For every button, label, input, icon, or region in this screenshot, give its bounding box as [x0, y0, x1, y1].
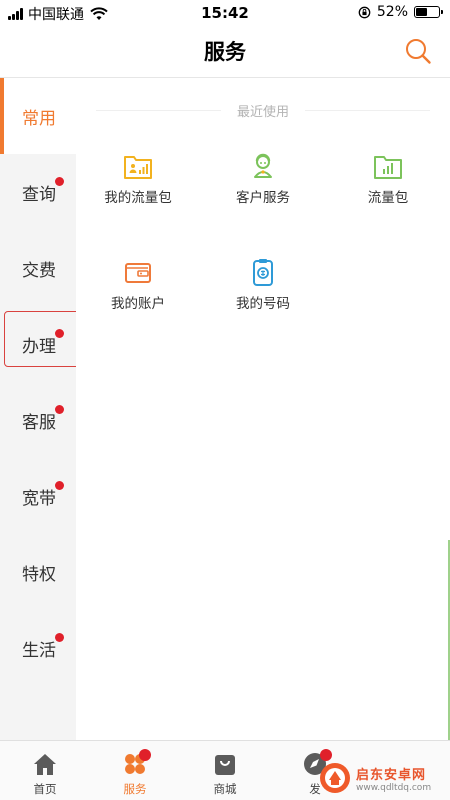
tile-my-number[interactable]: 我的号码: [201, 254, 325, 334]
sidebar-item-label: 常用: [22, 108, 56, 129]
notification-dot: [55, 405, 64, 414]
search-icon[interactable]: [404, 37, 432, 65]
sim-number-icon: [253, 259, 273, 286]
orientation-lock-icon: [358, 6, 371, 18]
main-content: 最近使用 我的流量包 客户服务 流量包 我的账户 我的号码: [76, 78, 450, 740]
tile-label: 流量包: [367, 190, 409, 206]
tab-mall[interactable]: 商城: [180, 741, 270, 800]
tile-my-account[interactable]: 我的账户: [76, 254, 200, 334]
tab-label: 服务: [123, 782, 147, 796]
sidebar-item-4[interactable]: 客服: [0, 382, 76, 458]
notification-dot: [55, 177, 64, 186]
sidebar-item-1[interactable]: 查询: [0, 154, 76, 230]
tile-data-package[interactable]: 流量包: [326, 148, 450, 228]
tab-label: 商城: [213, 782, 237, 796]
wallet-icon: [125, 263, 151, 283]
tab-badge: [139, 749, 151, 761]
watermark-name: 启东安卓网: [356, 767, 427, 783]
category-sidebar: 常用查询交费办理客服宽带特权生活: [0, 78, 76, 740]
notification-dot: [55, 633, 64, 642]
customer-service-icon: [254, 153, 272, 178]
notification-dot: [55, 329, 64, 338]
sidebar-item-5[interactable]: 宽带: [0, 458, 76, 534]
tile-label: 我的流量包: [104, 190, 172, 206]
watermark-text: 启东安卓网 www.qdltdq.com: [356, 764, 431, 793]
sidebar-item-7[interactable]: 生活: [0, 610, 76, 686]
sidebar-item-3[interactable]: 办理: [0, 306, 76, 382]
status-right: 52%: [358, 4, 443, 20]
site-watermark: 启东安卓网 www.qdltdq.com: [318, 758, 450, 798]
battery-level-fill: [416, 8, 428, 16]
section-title: 最近使用: [237, 104, 290, 120]
tile-my-data-package[interactable]: 我的流量包: [76, 148, 200, 228]
sidebar-item-label: 生活: [22, 640, 56, 661]
divider-left: [96, 109, 221, 111]
tile-label: 我的号码: [236, 296, 290, 312]
tile-customer-service[interactable]: 客户服务: [201, 148, 325, 228]
divider-right: [305, 109, 431, 111]
sidebar-item-label: 查询: [22, 184, 56, 205]
status-bar: 中国联通 15:42 52%: [0, 0, 450, 26]
sidebar-item-0[interactable]: 常用: [0, 78, 76, 154]
sidebar-item-2[interactable]: 交费: [0, 230, 76, 306]
sidebar-item-label: 办理: [22, 336, 56, 357]
tab-label: 首页: [33, 782, 57, 796]
tab-home[interactable]: 首页: [0, 741, 90, 800]
app-header: 服务: [0, 26, 450, 78]
sidebar-item-6[interactable]: 特权: [0, 534, 76, 610]
data-package-icon: [124, 156, 152, 179]
section-header: 最近使用: [96, 100, 431, 120]
battery-icon: [414, 6, 443, 18]
tab-services[interactable]: 服务: [90, 741, 180, 800]
tile-label: 客户服务: [236, 190, 290, 206]
sidebar-item-label: 交费: [22, 260, 56, 281]
folder-chart-icon: [374, 156, 402, 179]
sidebar-item-label: 宽带: [22, 488, 56, 509]
sidebar-item-label: 客服: [22, 412, 56, 433]
shopping-bag-icon: [215, 755, 235, 775]
home-icon: [34, 754, 56, 775]
watermark-url: www.qdltdq.com: [356, 782, 432, 793]
notification-dot: [55, 481, 64, 490]
sidebar-item-label: 特权: [22, 564, 56, 585]
watermark-logo-icon: [320, 763, 350, 793]
battery-percent: 52%: [376, 4, 408, 20]
tile-label: 我的账户: [111, 296, 165, 312]
page-title: 服务: [204, 40, 246, 64]
